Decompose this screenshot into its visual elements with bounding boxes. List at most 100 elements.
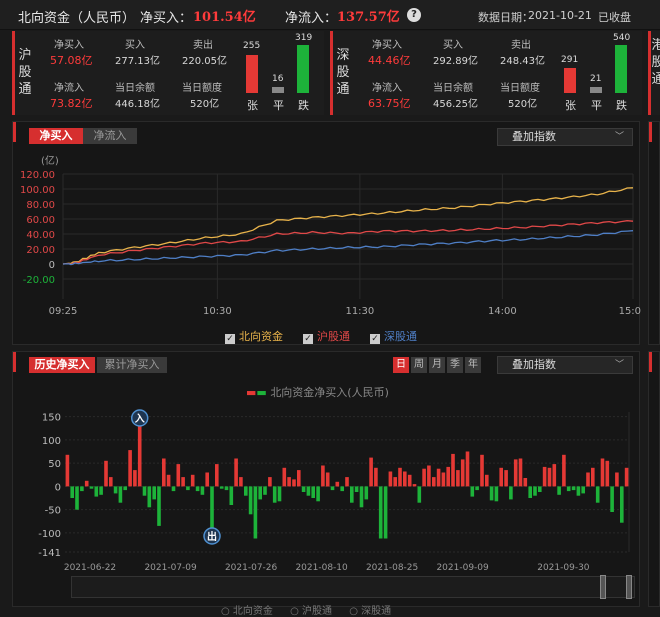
sz-flat-label: 平 bbox=[591, 99, 602, 112]
bar bbox=[393, 477, 397, 487]
bar bbox=[528, 486, 532, 498]
legend-north[interactable]: ✓ 北向资金 bbox=[225, 328, 283, 344]
sh-quota-value: 520亿 bbox=[190, 99, 220, 110]
bar bbox=[407, 474, 412, 487]
bar bbox=[287, 477, 291, 487]
y-tick-label: 120.00 bbox=[20, 170, 55, 181]
bar bbox=[374, 467, 378, 487]
bar bbox=[451, 453, 455, 487]
bar bbox=[470, 486, 475, 497]
bar bbox=[162, 458, 166, 487]
bar bbox=[485, 474, 489, 487]
range-handle-right[interactable] bbox=[626, 575, 632, 599]
bar bbox=[350, 486, 354, 503]
bar bbox=[489, 486, 494, 501]
sz-up-bar bbox=[564, 68, 576, 93]
checkbox-icon: ✓ bbox=[303, 334, 313, 344]
bar bbox=[316, 486, 320, 502]
bar bbox=[533, 486, 537, 496]
bar bbox=[147, 486, 152, 508]
bar bbox=[219, 486, 224, 489]
legend-sh[interactable]: ✓ 沪股通 bbox=[303, 328, 350, 344]
intraday-chart-section: 净买入 净流入 叠加指数 ﹀ (亿) 120.00 100.00 80.00 60.00… bbox=[12, 121, 641, 345]
sz-sell-label: 卖出 bbox=[511, 40, 531, 51]
bar bbox=[80, 486, 84, 492]
bar bbox=[364, 486, 369, 500]
bar bbox=[104, 460, 108, 487]
bar bbox=[595, 486, 600, 503]
bar bbox=[432, 477, 436, 487]
buy-marker-label: 入 bbox=[135, 413, 145, 425]
x-tick-label: 11:30 bbox=[345, 306, 374, 317]
bar bbox=[615, 472, 619, 487]
bar bbox=[325, 472, 330, 487]
bottom-legend: ○ 北向资金 ○ 沪股通 ○ 深股通 bbox=[221, 602, 391, 617]
bar bbox=[552, 464, 557, 487]
bottom-legend-north-label: 北向资金 bbox=[232, 606, 273, 617]
bar bbox=[513, 459, 518, 487]
bottom-legend-north[interactable]: ○ 北向资金 bbox=[221, 606, 273, 617]
bar bbox=[378, 486, 383, 539]
market-status: 已收盘 bbox=[598, 11, 631, 24]
bar bbox=[311, 486, 315, 498]
x-tick-label: 14:00 bbox=[488, 306, 517, 317]
bar bbox=[89, 486, 94, 489]
bar bbox=[383, 486, 388, 539]
legend-north-label: 北向资金 bbox=[239, 330, 283, 343]
sh-buy-label: 买入 bbox=[125, 40, 145, 51]
sz-buy-value: 292.89亿 bbox=[433, 56, 478, 67]
x-tick-label: 15:00 bbox=[619, 306, 641, 317]
bar bbox=[142, 486, 147, 496]
bar bbox=[542, 466, 547, 487]
sz-net-inflow-label: 净流入 bbox=[372, 83, 402, 94]
bottom-legend-sh-label: 沪股通 bbox=[302, 606, 332, 617]
bar bbox=[292, 479, 296, 487]
bar bbox=[586, 472, 590, 487]
legend-sz-label: 深股通 bbox=[384, 330, 417, 343]
sz-buy-label: 买入 bbox=[443, 40, 463, 51]
sz-connect-panel: 深股通 净买入 44.46亿 买入 292.89亿 卖出 248.43亿 净流入… bbox=[330, 31, 642, 115]
bar bbox=[557, 486, 561, 495]
bar bbox=[123, 486, 127, 491]
legend-sz[interactable]: ✓ 深股通 bbox=[370, 328, 417, 344]
net-inflow-label: 净流入： bbox=[285, 11, 338, 26]
section-accent bbox=[649, 122, 652, 142]
bar bbox=[99, 486, 103, 495]
bar bbox=[128, 450, 132, 487]
x-tick-label: 2021-08-10 bbox=[295, 563, 348, 573]
sz-up-label: 张 bbox=[565, 99, 576, 112]
bar bbox=[499, 467, 503, 487]
bottom-legend-sz[interactable]: ○ 深股通 bbox=[349, 606, 391, 617]
bar bbox=[137, 420, 142, 487]
bar bbox=[571, 486, 576, 491]
sz-down-bar bbox=[615, 45, 627, 93]
y-tick-label: 100 bbox=[42, 436, 61, 447]
x-tick-label: 2021-07-26 bbox=[225, 563, 278, 573]
sz-flat-bar bbox=[590, 87, 602, 93]
panel-accent bbox=[12, 31, 15, 115]
bar bbox=[605, 460, 610, 487]
sz-sell-value: 248.43亿 bbox=[500, 56, 545, 67]
help-icon[interactable]: ? bbox=[407, 8, 421, 22]
y-tick-label: 20.00 bbox=[26, 245, 55, 256]
sh-flat-bar bbox=[272, 87, 284, 93]
bar bbox=[359, 486, 364, 508]
sz-up-count: 291 bbox=[561, 55, 579, 65]
y-tick-label: 80.00 bbox=[26, 200, 55, 211]
bar bbox=[456, 470, 460, 487]
bottom-legend-sh[interactable]: ○ 沪股通 bbox=[290, 606, 332, 617]
bar bbox=[412, 484, 417, 487]
bar bbox=[272, 486, 277, 503]
sh-net-buy-value: 57.08亿 bbox=[50, 54, 93, 67]
net-inflow-value: 137.57亿 bbox=[337, 10, 400, 25]
range-handle-left[interactable] bbox=[600, 575, 606, 599]
date-value: 2021-10-21 bbox=[528, 9, 592, 22]
x-tick-label: 10:30 bbox=[203, 306, 232, 317]
range-slider[interactable] bbox=[71, 575, 635, 599]
hk-connect-name: 港股通 bbox=[651, 38, 660, 87]
bar bbox=[306, 486, 311, 496]
bar bbox=[215, 464, 219, 487]
bar bbox=[446, 466, 450, 487]
history-chart-section: 历史净买入 累计净买入 日 周 月 季 年 叠加指数 ﹀ ▬▬ 北向资金净买入(… bbox=[12, 351, 640, 617]
sh-down-bar bbox=[297, 45, 309, 93]
